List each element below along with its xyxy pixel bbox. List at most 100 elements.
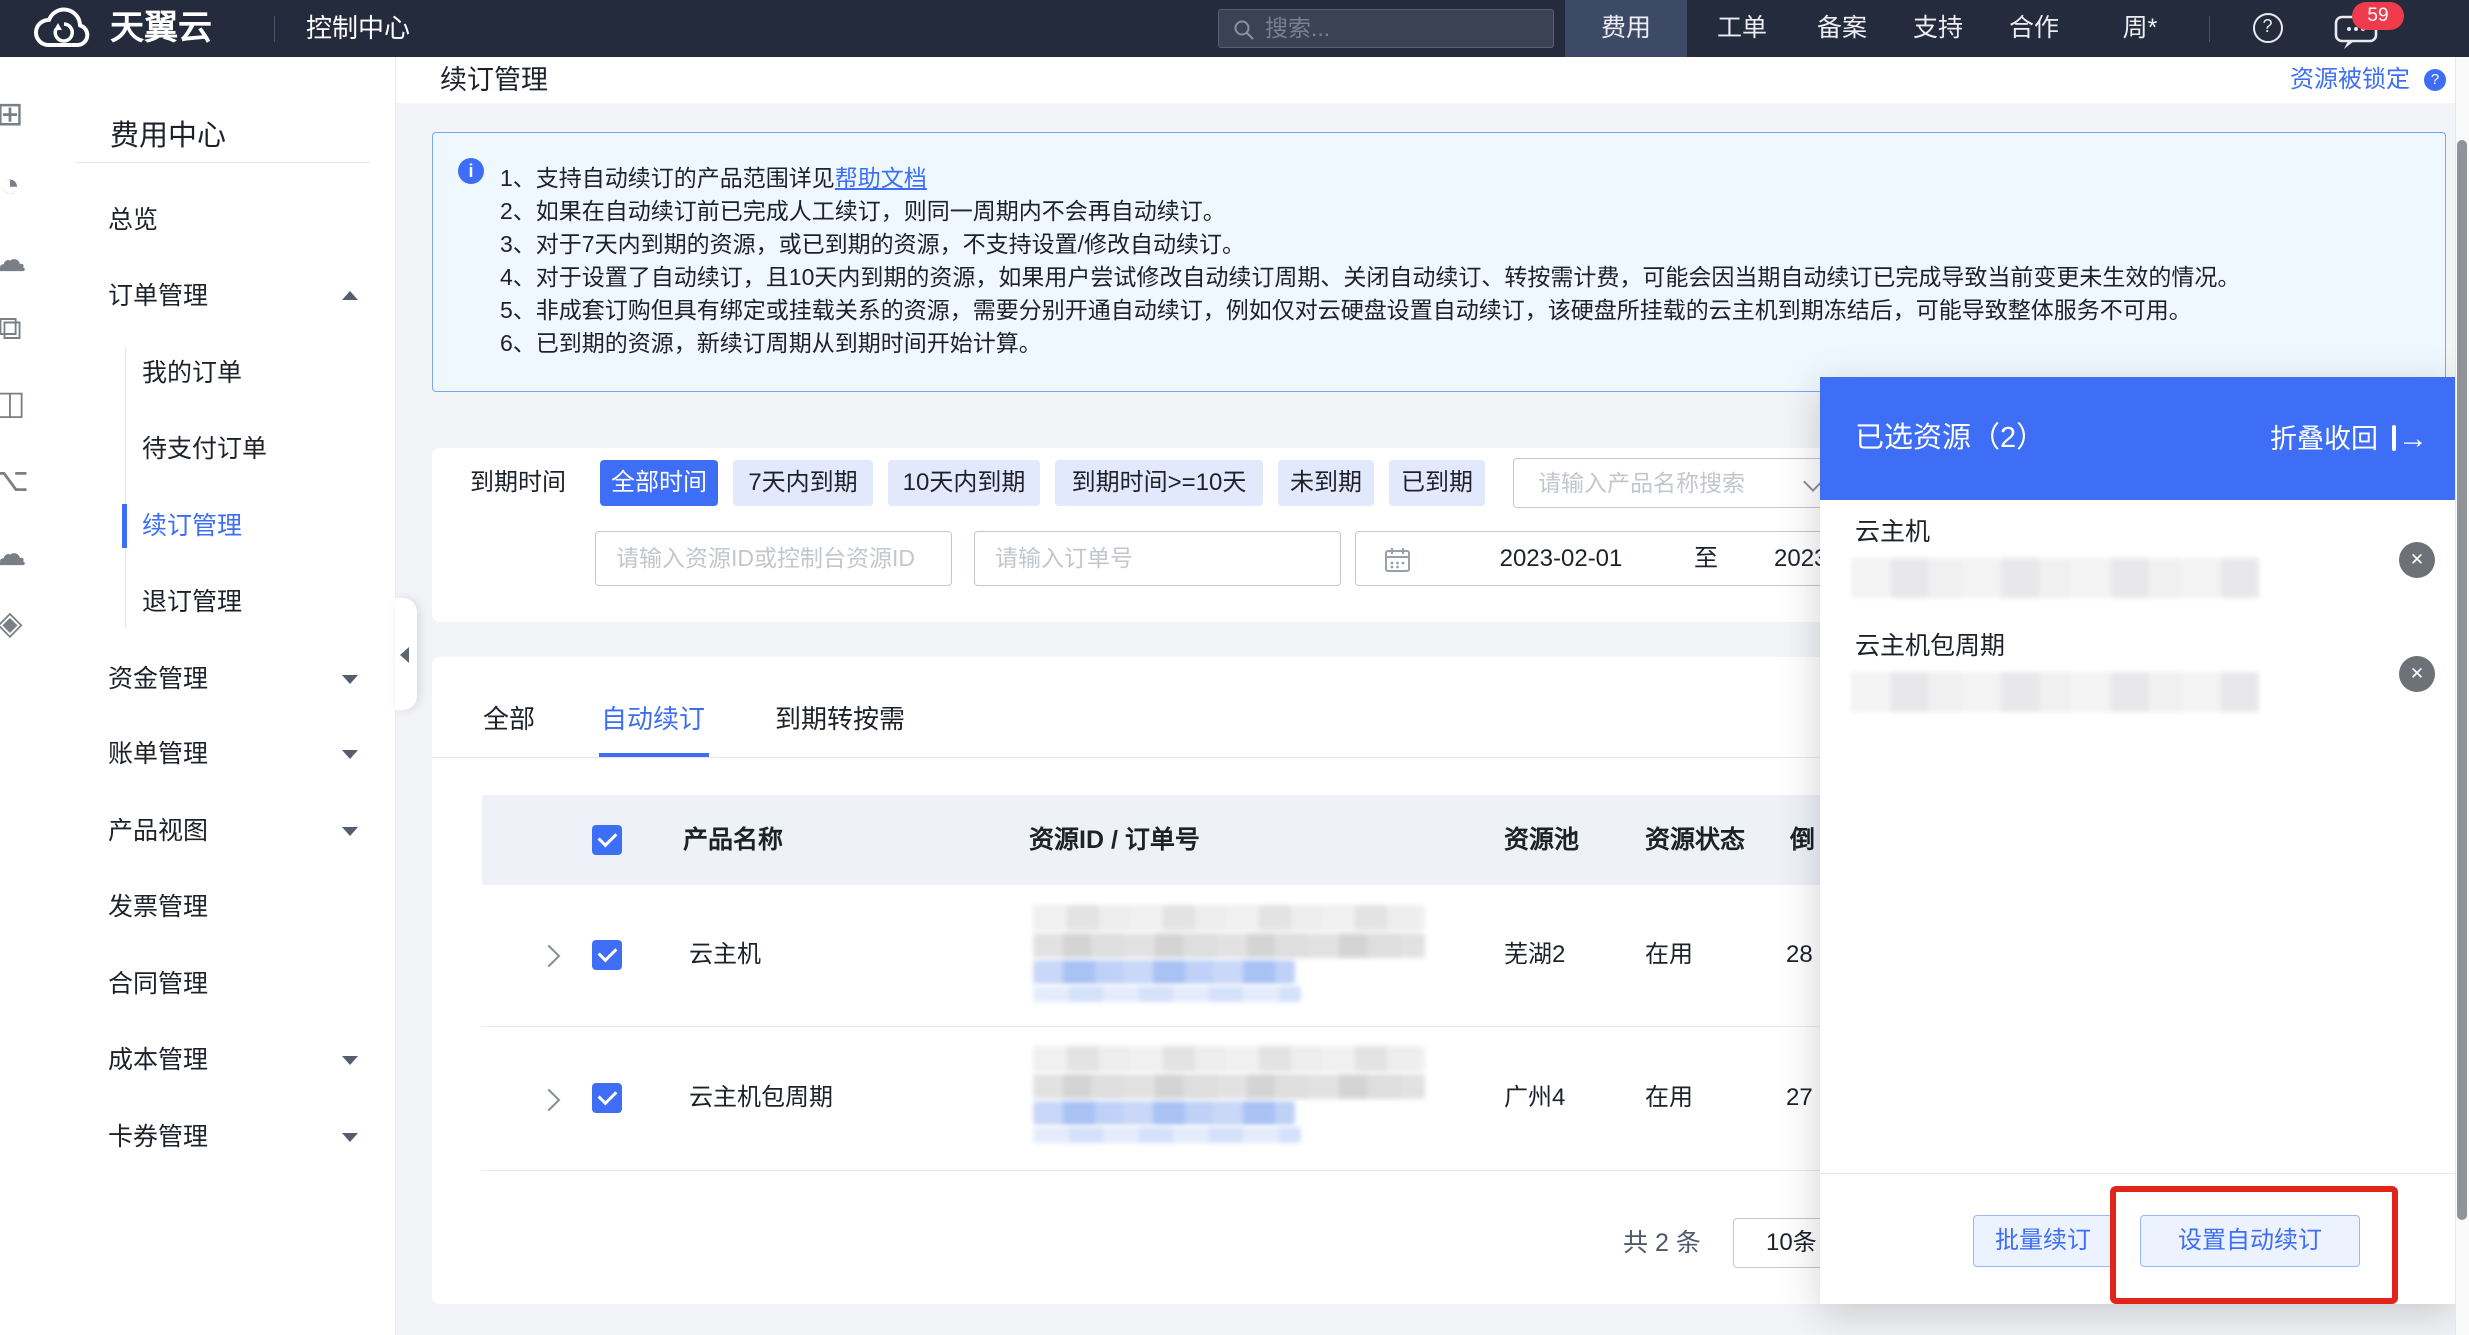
collapse-bar-icon: [2392, 425, 2396, 451]
remove-selected-icon[interactable]: [2399, 656, 2435, 692]
filter-chip-gte10days[interactable]: 到期时间>=10天: [1055, 460, 1263, 506]
cloud-server-icon[interactable]: ☁: [0, 238, 32, 282]
resource-id-input[interactable]: [595, 531, 952, 586]
sidebar: [47, 57, 396, 1335]
redacted-selected-id: [1851, 558, 2259, 598]
filter-chip-10days[interactable]: 10天内到期: [888, 460, 1040, 506]
filter-chip-not-expired[interactable]: 未到期: [1278, 460, 1374, 506]
nav-item-tickets[interactable]: 工单: [1692, 0, 1792, 57]
panel-collapse-button[interactable]: 折叠收回→: [2270, 377, 2428, 500]
sidebar-item-invoice-mgmt[interactable]: 发票管理: [108, 887, 208, 927]
col-product-name: 产品名称: [683, 795, 783, 885]
navbar-divider: [274, 16, 275, 42]
sidebar-item-bill-mgmt[interactable]: 账单管理: [108, 734, 208, 774]
filter-chip-all-time[interactable]: 全部时间: [600, 460, 718, 506]
collapse-left-icon: [400, 647, 409, 663]
question-circle-icon[interactable]: [2424, 69, 2446, 91]
filter-chip-expired[interactable]: 已到期: [1389, 460, 1485, 506]
selected-item-name: 云主机包周期: [1855, 629, 2005, 663]
nav-item-user[interactable]: 周*: [2090, 0, 2190, 57]
notice-line-2: 2、如果在自动续订前已完成人工续订，则同一周期内不会再自动续订。: [500, 195, 1226, 228]
redacted-order-link: [1033, 1101, 1295, 1125]
sidebar-item-order-mgmt[interactable]: 订单管理: [108, 276, 208, 316]
notice-line-1: 1、支持自动续订的产品范围详见帮助文档: [500, 162, 927, 195]
sidebar-item-coupon-mgmt[interactable]: 卡券管理: [108, 1117, 208, 1157]
shield-icon[interactable]: ◈: [0, 601, 32, 645]
sidebar-item-renewal-mgmt[interactable]: 续订管理: [142, 506, 242, 546]
tab-all[interactable]: 全部: [483, 698, 535, 740]
cell-pool: 芜湖2: [1504, 935, 1565, 975]
active-tab-underline: [599, 753, 709, 757]
date-separator: 至: [1694, 532, 1718, 585]
expiry-time-label: 到期时间: [470, 460, 566, 506]
total-count-label: 共 2 条: [1623, 1220, 1701, 1266]
info-icon: [458, 158, 484, 184]
nav-item-icp[interactable]: 备案: [1792, 0, 1892, 57]
workflow-icon[interactable]: ⧉: [0, 306, 32, 350]
storage-icon[interactable]: ◫: [0, 381, 32, 425]
filter-chip-7days[interactable]: 7天内到期: [733, 460, 873, 506]
sidebar-item-contract-mgmt[interactable]: 合同管理: [108, 964, 208, 1004]
select-all-checkbox[interactable]: [592, 825, 622, 855]
terminal-icon[interactable]: ⌥: [0, 458, 32, 502]
redacted-resource-id: [1033, 905, 1425, 931]
sidebar-item-my-orders[interactable]: 我的订单: [142, 353, 242, 393]
sidebar-item-overview[interactable]: 总览: [108, 200, 158, 240]
collapse-label: 折叠收回: [2270, 424, 2378, 454]
meter-icon[interactable]: ◔: [0, 163, 32, 207]
chevron-down-icon: [342, 675, 358, 684]
sidebar-item-unpaid-orders[interactable]: 待支付订单: [142, 429, 267, 469]
tab-auto-renew[interactable]: 自动续订: [601, 698, 705, 740]
remove-selected-icon[interactable]: [2399, 542, 2435, 578]
row-checkbox[interactable]: [592, 1083, 622, 1113]
nav-item-billing[interactable]: 费用: [1565, 0, 1687, 57]
date-range-picker[interactable]: 2023-02-01 至 2023: [1355, 531, 1853, 586]
col-resource-pool: 资源池: [1504, 795, 1579, 885]
search-icon: [1232, 18, 1256, 42]
product-select-placeholder: 请输入产品名称搜索: [1538, 459, 1745, 507]
sidebar-item-cost-mgmt[interactable]: 成本管理: [108, 1040, 208, 1080]
cloud-transfer-icon[interactable]: ☁: [0, 532, 32, 576]
cell-product: 云主机: [689, 935, 761, 975]
sidebar-item-unsubscribe-mgmt[interactable]: 退订管理: [142, 582, 242, 622]
locked-resources-link[interactable]: 资源被锁定: [2290, 57, 2410, 103]
console-label[interactable]: 控制中心: [306, 0, 410, 57]
cell-product: 云主机包周期: [689, 1078, 833, 1118]
cell-status: 在用: [1645, 935, 1693, 975]
col-countdown: 倒: [1790, 795, 1815, 885]
cloud-logo-icon: [28, 7, 100, 51]
sidebar-collapse-handle[interactable]: [395, 598, 417, 710]
global-search-input[interactable]: [1218, 9, 1554, 48]
chevron-down-icon: [342, 827, 358, 836]
help-icon[interactable]: [2253, 13, 2283, 43]
cell-pool: 广州4: [1504, 1078, 1565, 1118]
redacted-order-link: [1033, 1127, 1301, 1143]
chevron-up-icon: [342, 291, 358, 300]
top-navbar: 天翼云 控制中心 费用 工单 备案 支持 合作 周* 59: [0, 0, 2469, 57]
help-doc-link[interactable]: 帮助文档: [835, 165, 927, 191]
cell-status: 在用: [1645, 1078, 1693, 1118]
notification-badge: 59: [2352, 2, 2404, 30]
nav-item-partner[interactable]: 合作: [1984, 0, 2084, 57]
redacted-resource-id: [1033, 1046, 1425, 1072]
sidebar-divider: [76, 162, 370, 163]
dashboard-grid-icon[interactable]: ⊞: [0, 92, 32, 136]
batch-renew-button[interactable]: 批量续订: [1973, 1215, 2113, 1267]
brand-name: 天翼云: [110, 0, 212, 57]
redacted-order-link: [1033, 960, 1295, 984]
page-title: 续订管理: [440, 57, 548, 103]
tab-expire-to-ondemand[interactable]: 到期转按需: [775, 698, 905, 740]
sidebar-item-product-view[interactable]: 产品视图: [108, 811, 208, 851]
sidebar-item-funds-mgmt[interactable]: 资金管理: [108, 659, 208, 699]
nav-item-support[interactable]: 支持: [1888, 0, 1988, 57]
cell-countdown: 27: [1786, 1078, 1813, 1118]
row-checkbox[interactable]: [592, 940, 622, 970]
redacted-order-link: [1033, 986, 1301, 1002]
sidebar-title: 费用中心: [110, 112, 226, 154]
product-name-select[interactable]: 请输入产品名称搜索: [1513, 458, 1853, 508]
order-number-input[interactable]: [974, 531, 1341, 586]
page-size-value: 10条: [1766, 1219, 1817, 1267]
redacted-resource-id: [1033, 933, 1425, 958]
app-root: 天翼云 控制中心 费用 工单 备案 支持 合作 周* 59 ⊞ ◔ ☁ ⧉ ◫ …: [0, 0, 2469, 1335]
scrollbar-thumb[interactable]: [2457, 140, 2467, 1220]
